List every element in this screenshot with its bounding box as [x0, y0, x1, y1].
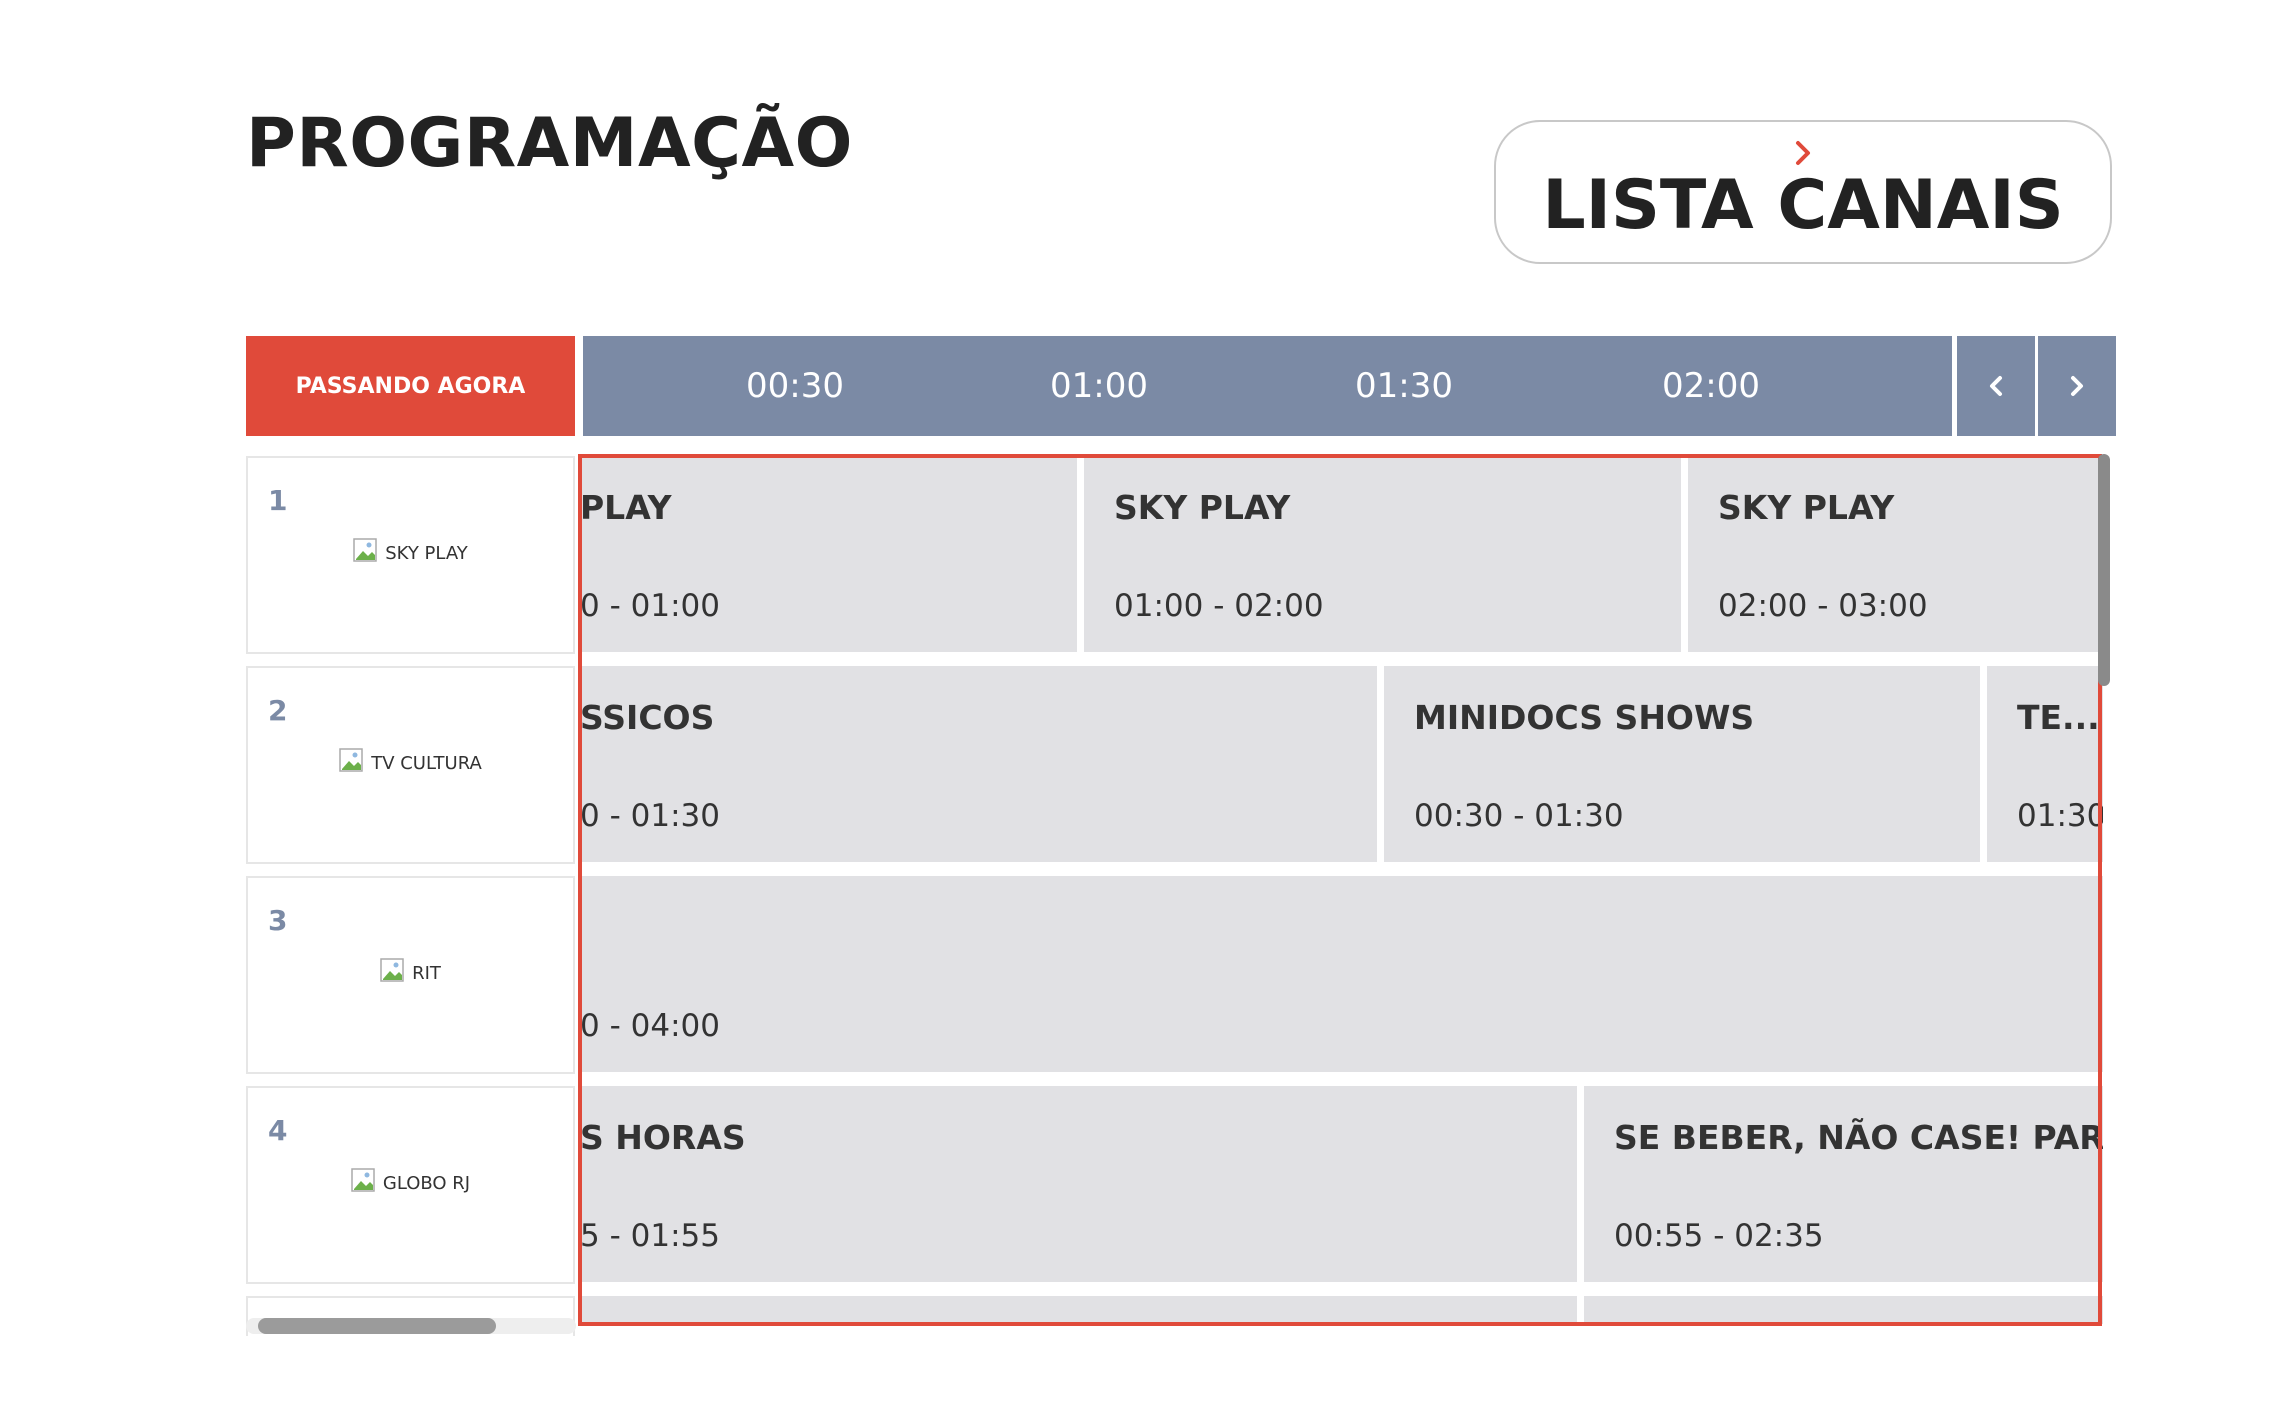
program-title: S HORAS [580, 1118, 746, 1157]
broken-image-icon [353, 538, 377, 562]
channel-logo-alt: RIT [412, 962, 441, 984]
program-time: 00:30 - 01:30 [1414, 798, 1624, 834]
program-title: SE BEBER, NÃO CASE! PARTE 3 [1614, 1118, 2103, 1157]
program-cell[interactable]: S HORAS 5 - 01:55 [580, 1086, 1577, 1282]
program-time: 02:00 - 03:00 [1718, 588, 1928, 624]
program-cell[interactable]: SSICOS 0 - 01:30 [580, 666, 1377, 862]
program-cell[interactable]: SKY PLAY 02:00 - 03:00 [1688, 456, 2103, 652]
time-slot: 01:00 [1050, 366, 1148, 406]
program-cell-partial [580, 1296, 1577, 1324]
program-title: PLAY [580, 488, 672, 527]
time-slot: 01:30 [1355, 366, 1453, 406]
channel-list-label: LISTA CANAIS [1542, 166, 2064, 245]
program-title: SSICOS [580, 698, 715, 737]
channel-logo-alt: TV CULTURA [371, 752, 482, 774]
channel-logo: GLOBO RJ [248, 1168, 573, 1198]
channel-logo: SKY PLAY [248, 538, 573, 568]
channel-row-3[interactable]: 3 RIT [246, 876, 575, 1074]
time-slot: 00:30 [746, 366, 844, 406]
program-time: 01:30 [2017, 798, 2103, 834]
vertical-scrollbar[interactable] [2098, 454, 2110, 686]
previous-time-button[interactable] [1957, 336, 2035, 436]
channel-row-4[interactable]: 4 GLOBO RJ [246, 1086, 575, 1284]
program-title: TE... [2017, 698, 2100, 737]
broken-image-icon [339, 748, 363, 772]
time-slot: 02:00 [1662, 366, 1760, 406]
channel-number: 3 [268, 904, 288, 937]
chevron-right-icon [2071, 376, 2083, 396]
program-time: 0 - 01:00 [580, 588, 720, 624]
program-time: 0 - 04:00 [580, 1008, 720, 1044]
program-time: 00:55 - 02:35 [1614, 1218, 1824, 1254]
program-title: MINIDOCS SHOWS [1414, 698, 1755, 737]
broken-image-icon [380, 958, 404, 982]
channel-logo: TV CULTURA [248, 748, 573, 778]
program-time: 01:00 - 02:00 [1114, 588, 1324, 624]
program-time: 5 - 01:55 [580, 1218, 720, 1254]
channel-number: 2 [268, 694, 288, 727]
program-cell[interactable]: 0 - 04:00 [580, 876, 2103, 1072]
channel-logo-alt: GLOBO RJ [382, 1172, 471, 1194]
page-title: PROGRAMAÇÃO [246, 104, 853, 183]
channel-row-2[interactable]: 2 TV CULTURA [246, 666, 575, 864]
now-playing-button[interactable]: PASSANDO AGORA [246, 336, 575, 436]
program-cell[interactable]: PLAY 0 - 01:00 [580, 456, 1077, 652]
channel-number: 4 [268, 1114, 288, 1147]
channel-row-1[interactable]: 1 SKY PLAY [246, 456, 575, 654]
channel-logo: RIT [248, 958, 573, 988]
next-time-button[interactable] [2038, 336, 2116, 436]
program-time: 0 - 01:30 [580, 798, 720, 834]
program-cell[interactable]: TE... 01:30 [1987, 666, 2103, 862]
horizontal-scrollbar-thumb[interactable] [258, 1318, 496, 1334]
program-cell[interactable]: SE BEBER, NÃO CASE! PARTE 3 00:55 - 02:3… [1584, 1086, 2103, 1282]
program-grid: PLAY 0 - 01:00 SKY PLAY 01:00 - 02:00 SK… [580, 456, 2103, 1324]
chevron-right-icon [1796, 141, 1810, 165]
program-title: SKY PLAY [1718, 488, 1895, 527]
chevron-left-icon [1990, 376, 2002, 396]
broken-image-icon [351, 1168, 375, 1192]
program-cell-partial [1584, 1296, 2103, 1324]
program-cell[interactable]: SKY PLAY 01:00 - 02:00 [1084, 456, 1681, 652]
timeline-bar: 00:30 01:00 01:30 02:00 [583, 336, 1952, 436]
channel-logo-alt: SKY PLAY [385, 542, 468, 564]
program-title: SKY PLAY [1114, 488, 1291, 527]
now-playing-label: PASSANDO AGORA [295, 373, 526, 399]
channel-list-button[interactable]: LISTA CANAIS [1494, 120, 2112, 264]
program-cell[interactable]: MINIDOCS SHOWS 00:30 - 01:30 [1384, 666, 1980, 862]
channel-number: 1 [268, 484, 288, 517]
